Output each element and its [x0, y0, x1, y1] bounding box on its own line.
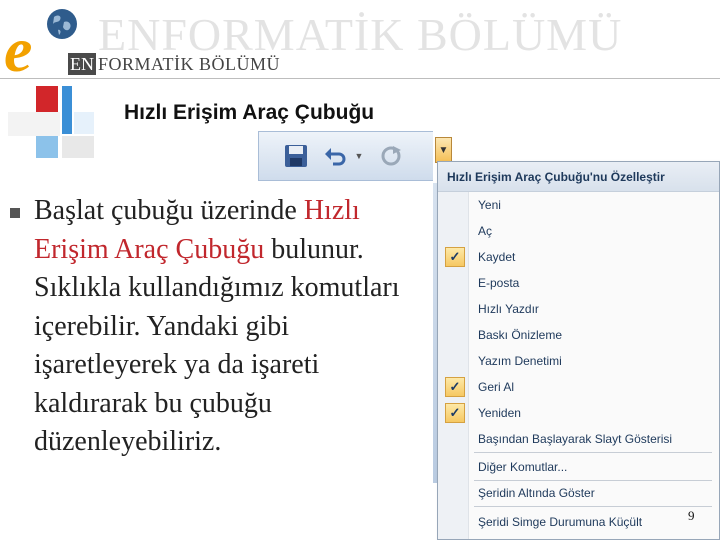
menu-separator	[474, 506, 712, 507]
undo-dropdown-icon[interactable]: ▼	[353, 139, 365, 173]
quick-access-toolbar: ▼	[258, 131, 433, 181]
undo-icon[interactable]	[321, 139, 349, 173]
menu-gutter	[438, 192, 469, 539]
check-icon-save: ✓	[445, 247, 465, 267]
redo-icon[interactable]	[377, 139, 405, 173]
page-number: 9	[688, 508, 695, 523]
menu-header: Hızlı Erişim Araç Çubuğu'nu Özelleştir	[438, 162, 719, 192]
qat-customize-menu: Hızlı Erişim Araç Çubuğu'nu Özelleştir Y…	[437, 161, 720, 540]
decor-square-light	[8, 112, 60, 136]
menu-item-quick-print[interactable]: Hızlı Yazdır	[478, 302, 539, 316]
menu-item-show-below-ribbon[interactable]: Şeridin Altında Göster	[478, 486, 595, 500]
menu-item-new[interactable]: Yeni	[478, 198, 501, 212]
menu-item-save[interactable]: Kaydet	[478, 250, 515, 264]
decor-square-grey	[62, 136, 94, 158]
decor-square-blue-tall	[62, 86, 72, 134]
menu-item-redo[interactable]: Yeniden	[478, 406, 521, 420]
body-text-part-2: bulunur. Sıklıkla kullandığımız komutlar…	[34, 233, 400, 458]
save-icon[interactable]	[281, 139, 311, 173]
customize-dropdown-icon[interactable]: ▼	[435, 137, 452, 163]
menu-item-more-commands[interactable]: Diğer Komutlar...	[478, 460, 567, 474]
globe-icon	[47, 9, 77, 39]
body-text-part-1: Başlat çubuğu üzerinde	[34, 195, 304, 226]
body-text: Başlat çubuğu üzerinde Hızlı Erişim Araç…	[34, 192, 404, 462]
menu-item-email[interactable]: E-posta	[478, 276, 519, 290]
menu-item-slideshow[interactable]: Başından Başlayarak Slayt Gösterisi	[478, 432, 672, 446]
decor-square-red	[36, 86, 58, 112]
bullet	[10, 208, 20, 218]
menu-item-print-preview[interactable]: Baskı Önizleme	[478, 328, 562, 342]
decor-square-blue-light	[36, 136, 58, 158]
menu-item-spelling[interactable]: Yazım Denetimi	[478, 354, 562, 368]
check-icon-undo: ✓	[445, 377, 465, 397]
brand-logo: EN FORMATİK BÖLÜMÜ	[68, 52, 280, 76]
brand-en: EN	[68, 53, 96, 75]
menu-separator	[474, 480, 712, 481]
slide-title: Hızlı Erişim Araç Çubuğu	[124, 101, 375, 124]
logo-e-letter: e	[4, 14, 33, 85]
decor-square-pale	[74, 112, 94, 134]
brand-text: FORMATİK BÖLÜMÜ	[98, 53, 281, 74]
menu-item-undo[interactable]: Geri Al	[478, 380, 514, 394]
check-icon-redo: ✓	[445, 403, 465, 423]
menu-separator	[474, 452, 712, 453]
header-divider	[0, 78, 720, 79]
menu-item-open[interactable]: Aç	[478, 224, 492, 238]
menu-item-minimize-ribbon[interactable]: Şeridi Simge Durumuna Küçült	[478, 515, 642, 529]
